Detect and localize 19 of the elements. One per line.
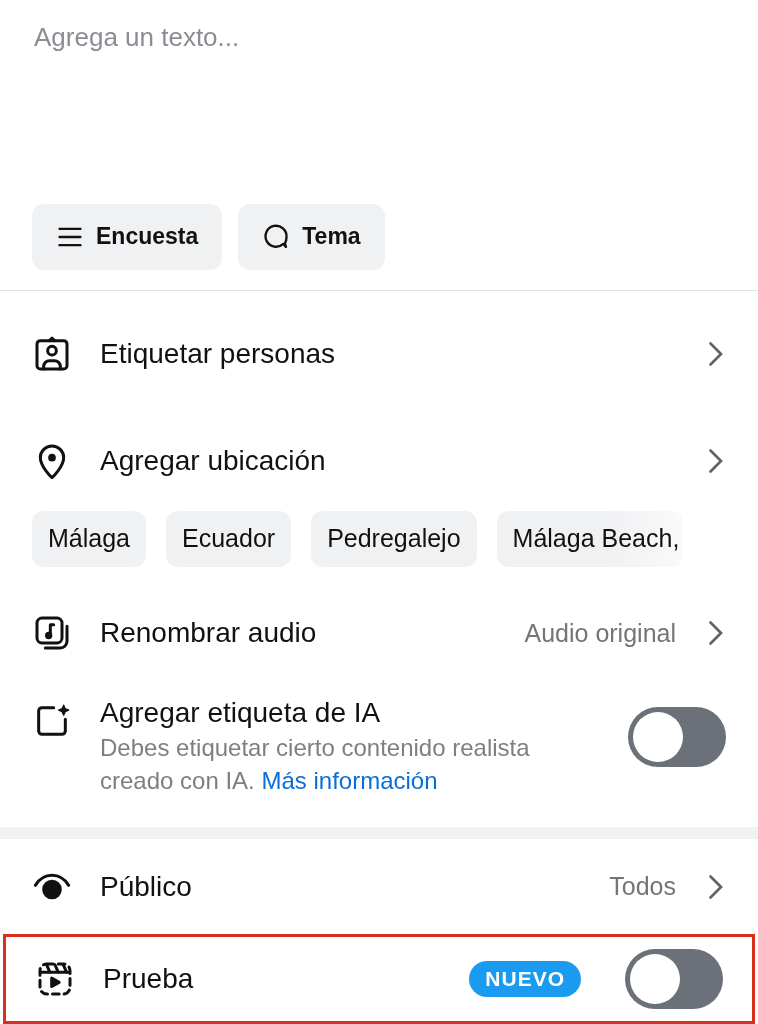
location-chip[interactable]: Ecuador: [166, 510, 292, 567]
audio-value: Audio original: [524, 618, 676, 648]
location-chip[interactable]: Pedregalejo: [311, 510, 477, 567]
trial-row[interactable]: Prueba NUEVO: [3, 934, 755, 1024]
location-chip[interactable]: Málaga: [32, 510, 146, 567]
row-label[interactable]: Agregar ubicación: [100, 444, 676, 477]
topic-button[interactable]: Tema: [238, 203, 385, 270]
location-chip[interactable]: Málaga Beach,: [496, 510, 684, 567]
audience-value: Todos: [609, 872, 676, 902]
row-label[interactable]: Etiquetar personas: [100, 337, 676, 370]
row-label[interactable]: Renombrar audio: [100, 617, 497, 650]
speech-bubble-icon: [262, 222, 291, 251]
ai-label-description: Debes etiquetar cierto contenido realista creado con IA. Más información: [100, 732, 531, 796]
poll-button[interactable]: Encuesta: [32, 203, 223, 270]
row-label: Prueba: [103, 963, 195, 996]
new-badge: NUEVO: [469, 961, 581, 998]
row-label[interactable]: Público: [100, 870, 582, 903]
row-label: Agregar etiqueta de IA: [100, 696, 382, 729]
more-info-link[interactable]: Más información: [261, 766, 438, 794]
